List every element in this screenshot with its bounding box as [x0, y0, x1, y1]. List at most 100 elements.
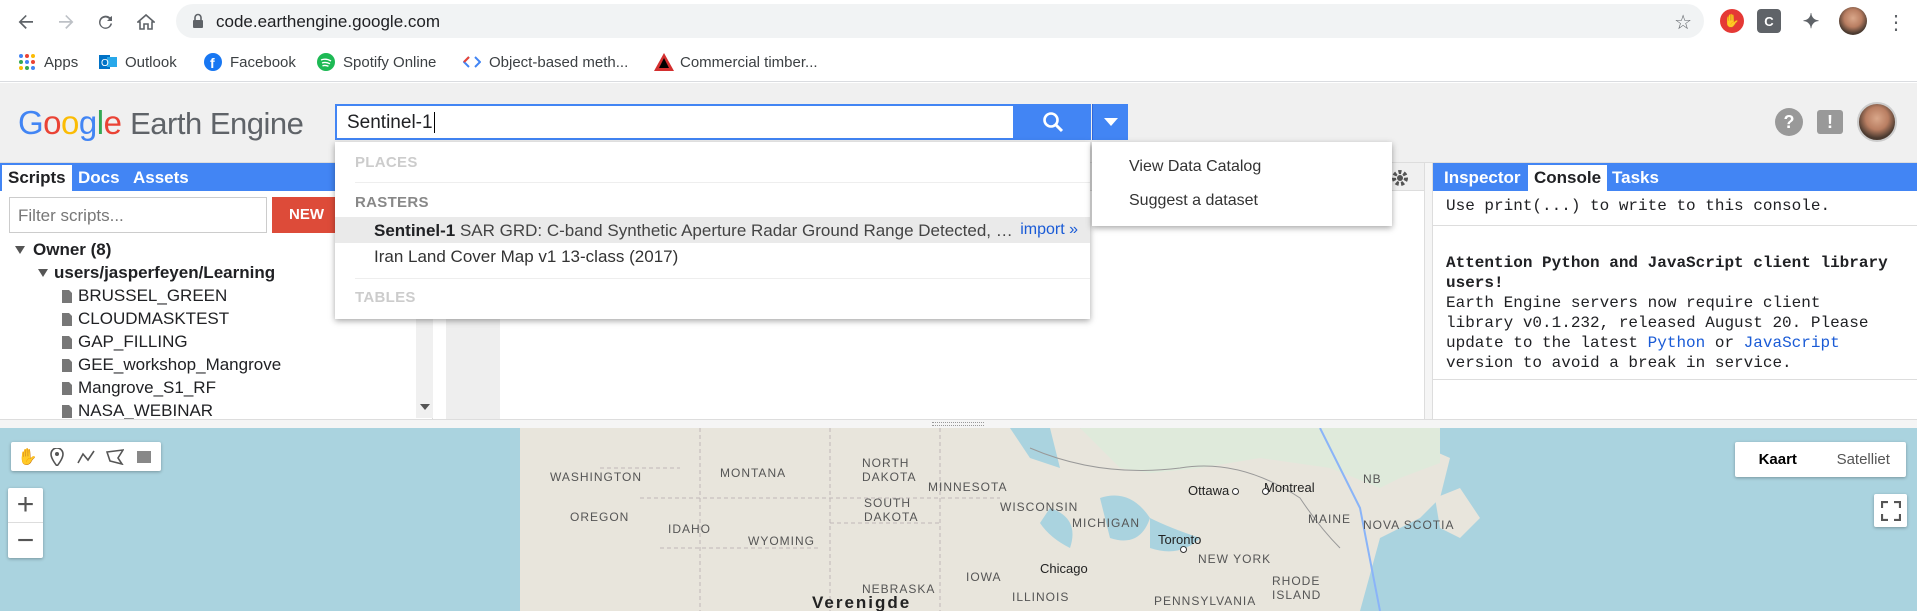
tab-console[interactable]: Console [1528, 165, 1608, 191]
bookmark-outlook[interactable]: O Outlook [99, 51, 177, 73]
account-avatar[interactable] [1857, 102, 1897, 142]
home-icon[interactable] [132, 8, 160, 36]
maptype-satellite-button[interactable]: Satelliet [1821, 442, 1907, 477]
tab-tasks[interactable]: Tasks [1606, 165, 1665, 191]
suggest-dataset-item[interactable]: Suggest a dataset [1129, 192, 1258, 210]
tab-assets[interactable]: Assets [127, 165, 195, 191]
map-label: MONTANA [720, 466, 787, 480]
map-label: NEW YORK [1198, 552, 1272, 566]
console-text: or [1705, 334, 1744, 352]
script-file-label: NASA_WEBINAR [78, 401, 214, 420]
search-input[interactable]: Sentinel-1 [335, 104, 1015, 140]
zoom-out-icon[interactable]: − [8, 523, 43, 558]
reload-icon[interactable] [92, 8, 120, 36]
tab-scripts[interactable]: Scripts [2, 165, 72, 191]
bookmark-commercial-timber[interactable]: Commercial timber... [654, 51, 818, 73]
fullscreen-icon[interactable] [1874, 494, 1907, 527]
map-label: WASHINGTON [550, 470, 643, 484]
profile-avatar[interactable] [1839, 7, 1867, 35]
triangle-icon [654, 53, 674, 71]
map-label: NB [1363, 472, 1382, 486]
c-extension-icon[interactable]: C [1757, 9, 1781, 33]
owner-label: Owner [33, 240, 86, 259]
map-label: RHODE [1272, 574, 1321, 588]
new-button-label: NEW [289, 206, 324, 223]
svg-text:O: O [101, 58, 109, 69]
folder-node[interactable]: users/jasperfeyen/Learning [38, 263, 275, 283]
bookmark-label: Commercial timber... [680, 53, 818, 71]
header-icons: ? ! [1775, 102, 1897, 142]
map-label: SOUTH [864, 496, 911, 510]
back-icon[interactable] [12, 8, 40, 36]
raster-result[interactable]: Iran Land Cover Map v1 13-class (2017) [335, 243, 1090, 269]
lock-icon [193, 13, 203, 28]
dropdown-divider [355, 182, 1090, 183]
help-icon[interactable]: ? [1775, 108, 1803, 136]
zoom-in-icon[interactable]: + [8, 488, 43, 523]
map-canvas[interactable]: WASHINGTON MONTANA NORTH DAKOTA MINNESOT… [0, 428, 1917, 611]
bookmark-apps[interactable]: Apps [18, 51, 78, 73]
tab-docs[interactable]: Docs [72, 165, 126, 191]
outlook-icon: O [99, 53, 117, 71]
script-file[interactable]: GEE_workshop_Mangrove [62, 355, 281, 375]
file-icon [62, 289, 72, 303]
bookmarks-bar: Apps O Outlook f Facebook Spotify Online… [0, 42, 1917, 82]
maptype-control: Kaart Satelliet [1735, 442, 1906, 477]
apps-grid-icon [18, 53, 36, 71]
forward-icon[interactable] [52, 8, 80, 36]
file-icon [62, 381, 72, 395]
svg-text:f: f [210, 55, 215, 71]
section-tables: TABLES [355, 289, 416, 306]
feedback-icon[interactable]: ! [1817, 110, 1843, 134]
python-link[interactable]: Python [1648, 334, 1706, 352]
city-dot [1180, 546, 1187, 553]
hand-icon[interactable]: ✋ [13, 442, 42, 471]
script-file-label: CLOUDMASKTEST [78, 309, 230, 328]
earth-engine-logo: Google Earth Engine [18, 104, 304, 141]
bookmark-star-icon[interactable]: ☆ [1674, 10, 1692, 35]
more-menu-icon[interactable]: ⋮ [1882, 8, 1910, 36]
expand-triangle-icon [15, 246, 25, 254]
owner-count: (8) [90, 240, 112, 259]
map-label: IDAHO [668, 522, 712, 536]
marker-icon[interactable] [42, 442, 71, 471]
script-file[interactable]: CLOUDMASKTEST [62, 309, 229, 329]
script-file-label: BRUSSEL_GREEN [78, 286, 228, 305]
city-label: Montreal [1264, 480, 1315, 495]
owner-node[interactable]: Owner (8) [15, 240, 111, 260]
expand-triangle-icon [38, 269, 48, 277]
bookmark-label: Object-based meth... [489, 53, 629, 71]
search-button[interactable] [1015, 104, 1091, 140]
city-dot [1262, 488, 1269, 495]
javascript-link[interactable]: JavaScript [1744, 334, 1840, 352]
bookmark-facebook[interactable]: f Facebook [204, 51, 296, 73]
tab-inspector[interactable]: Inspector [1438, 165, 1527, 191]
console-text: update to the latest [1446, 334, 1648, 352]
console-divider [1433, 379, 1917, 380]
new-button[interactable]: NEW [272, 197, 342, 233]
script-file[interactable]: Mangrove_S1_RF [62, 378, 216, 398]
filter-scripts-input[interactable]: Filter scripts... [9, 197, 267, 233]
extensions-puzzle-icon[interactable]: ✦ [1799, 9, 1823, 33]
bookmark-object-based[interactable]: Object-based meth... [462, 51, 629, 73]
search-options-button[interactable] [1092, 104, 1128, 140]
rectangle-icon[interactable] [129, 442, 158, 471]
adblock-extension-icon[interactable]: ✋ [1720, 9, 1744, 33]
script-file[interactable]: NASA_WEBINAR [62, 401, 213, 421]
vertical-splitter[interactable] [1424, 163, 1433, 419]
view-data-catalog-item[interactable]: View Data Catalog [1129, 158, 1261, 176]
address-bar[interactable]: code.earthengine.google.com ☆ [176, 4, 1704, 38]
polygon-icon[interactable] [100, 442, 129, 471]
search-suggestions: PLACES RASTERS Sentinel-1 SAR GRD: C-ban… [335, 142, 1090, 319]
maptype-map-button[interactable]: Kaart [1735, 442, 1821, 477]
script-file[interactable]: BRUSSEL_GREEN [62, 286, 227, 306]
import-link[interactable]: import » [1014, 221, 1078, 239]
raster-result[interactable]: Sentinel-1 SAR GRD: C-band Synthetic Ape… [335, 217, 1090, 243]
polyline-icon[interactable] [71, 442, 100, 471]
bookmark-spotify[interactable]: Spotify Online [317, 51, 436, 73]
scroll-down-icon[interactable] [420, 404, 430, 410]
file-icon [62, 404, 72, 418]
script-file[interactable]: GAP_FILLING [62, 332, 188, 352]
horizontal-splitter[interactable] [0, 419, 1917, 428]
browser-toolbar: code.earthengine.google.com ☆ ✋ C ✦ ⋮ [0, 0, 1917, 42]
